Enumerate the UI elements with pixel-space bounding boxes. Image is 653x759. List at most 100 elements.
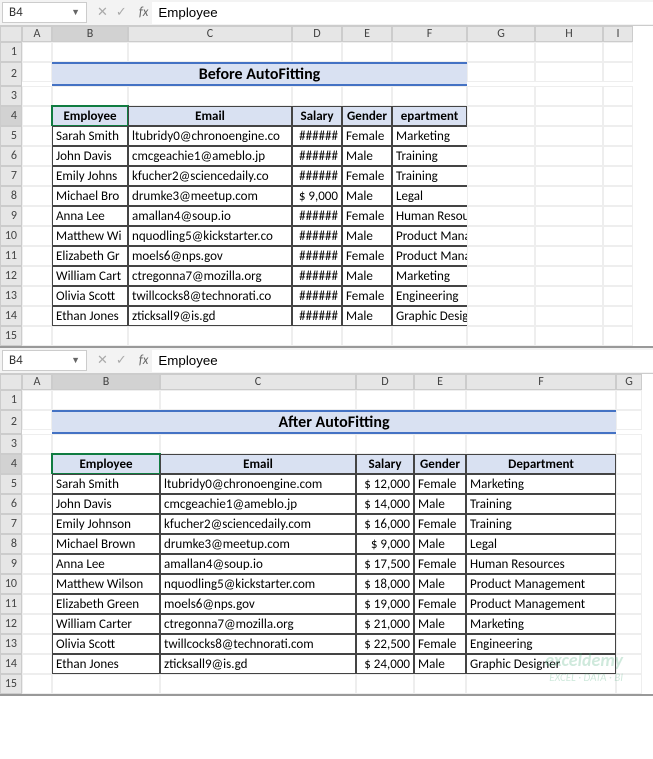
cell-salary[interactable]: $ 18,000: [356, 574, 414, 594]
cell-department[interactable]: Graphic Designer: [466, 654, 616, 674]
empty-cell[interactable]: [22, 434, 52, 454]
empty-cell[interactable]: [22, 86, 52, 106]
row-header[interactable]: 13: [0, 286, 22, 306]
cell-employee[interactable]: Emily Johns: [52, 166, 128, 186]
cell-salary[interactable]: ######: [292, 246, 342, 266]
empty-cell[interactable]: [535, 286, 603, 306]
empty-cell[interactable]: [603, 226, 633, 246]
cell-email[interactable]: ltubridy0@chronoengine.com: [160, 474, 356, 494]
empty-cell[interactable]: [22, 574, 52, 594]
empty-cell[interactable]: [467, 306, 535, 326]
cell-salary[interactable]: $ 9,000: [292, 186, 342, 206]
cell-gender[interactable]: Female: [342, 286, 392, 306]
empty-cell[interactable]: [467, 86, 535, 106]
empty-cell[interactable]: [467, 226, 535, 246]
empty-cell[interactable]: [603, 166, 633, 186]
empty-cell[interactable]: [356, 674, 414, 694]
empty-cell[interactable]: [467, 62, 535, 82]
cell-salary[interactable]: $ 21,000: [356, 614, 414, 634]
name-box[interactable]: B4 ▼: [2, 350, 87, 371]
row-header[interactable]: 11: [0, 594, 22, 614]
cell-email[interactable]: ctregonna7@mozilla.org: [128, 266, 292, 286]
cell-gender[interactable]: Female: [342, 166, 392, 186]
cell-gender[interactable]: Female: [342, 246, 392, 266]
cell-email[interactable]: cmcgeachie1@ameblo.jp: [128, 146, 292, 166]
empty-cell[interactable]: [392, 326, 467, 346]
empty-cell[interactable]: [22, 226, 52, 246]
row-header[interactable]: 10: [0, 226, 22, 246]
chevron-down-icon[interactable]: ▼: [71, 355, 80, 366]
cell-employee[interactable]: William Cart: [52, 266, 128, 286]
row-header[interactable]: 8: [0, 534, 22, 554]
empty-cell[interactable]: [616, 390, 642, 410]
empty-cell[interactable]: [292, 86, 342, 106]
row-header[interactable]: 4: [0, 106, 22, 126]
formula-input[interactable]: [152, 2, 653, 24]
cell-employee[interactable]: Emily Johnson: [52, 514, 160, 534]
empty-cell[interactable]: [535, 326, 603, 346]
empty-cell[interactable]: [392, 86, 467, 106]
empty-cell[interactable]: [535, 226, 603, 246]
cell-gender[interactable]: Male: [342, 146, 392, 166]
empty-cell[interactable]: [22, 166, 52, 186]
row-header[interactable]: 5: [0, 126, 22, 146]
empty-cell[interactable]: [467, 266, 535, 286]
cell-gender[interactable]: Female: [414, 554, 466, 574]
empty-cell[interactable]: [535, 266, 603, 286]
cell-salary[interactable]: $ 17,500: [356, 554, 414, 574]
cell-email[interactable]: twillcocks8@technorati.co: [128, 286, 292, 306]
empty-cell[interactable]: [414, 674, 466, 694]
cell-employee[interactable]: Elizabeth Green: [52, 594, 160, 614]
header-email[interactable]: Email: [128, 106, 292, 126]
row-header[interactable]: 14: [0, 654, 22, 674]
empty-cell[interactable]: [22, 614, 52, 634]
cell-gender[interactable]: Female: [342, 126, 392, 146]
empty-cell[interactable]: [128, 42, 292, 62]
cell-gender[interactable]: Male: [414, 654, 466, 674]
empty-cell[interactable]: [160, 390, 356, 410]
empty-cell[interactable]: [616, 434, 642, 454]
row-header[interactable]: 14: [0, 306, 22, 326]
header-salary[interactable]: Salary: [292, 106, 342, 126]
cell-department[interactable]: Graphic Designer: [392, 306, 467, 326]
row-header[interactable]: 2: [0, 62, 22, 86]
cell-employee[interactable]: Olivia Scott: [52, 286, 128, 306]
empty-cell[interactable]: [535, 166, 603, 186]
header-department[interactable]: Department: [466, 454, 616, 474]
empty-cell[interactable]: [22, 514, 52, 534]
row-header[interactable]: 6: [0, 494, 22, 514]
empty-cell[interactable]: [414, 390, 466, 410]
cell-gender[interactable]: Female: [414, 634, 466, 654]
cell-department[interactable]: Legal: [466, 534, 616, 554]
cell-employee[interactable]: Sarah Smith: [52, 474, 160, 494]
cell-salary[interactable]: $ 16,000: [356, 514, 414, 534]
cell-salary[interactable]: ######: [292, 126, 342, 146]
cell-department[interactable]: Product Management: [392, 246, 467, 266]
empty-cell[interactable]: [603, 326, 633, 346]
col-header[interactable]: F: [466, 374, 616, 390]
cell-employee[interactable]: Elizabeth Gr: [52, 246, 128, 266]
cell-email[interactable]: ctregonna7@mozilla.org: [160, 614, 356, 634]
empty-cell[interactable]: [22, 494, 52, 514]
empty-cell[interactable]: [22, 266, 52, 286]
empty-cell[interactable]: [22, 554, 52, 574]
row-header[interactable]: 5: [0, 474, 22, 494]
empty-cell[interactable]: [467, 106, 535, 126]
cell-salary[interactable]: ######: [292, 166, 342, 186]
empty-cell[interactable]: [616, 454, 642, 474]
empty-cell[interactable]: [535, 62, 603, 82]
cell-department[interactable]: Engineering: [466, 634, 616, 654]
empty-cell[interactable]: [52, 326, 128, 346]
cell-email[interactable]: twillcocks8@technorati.com: [160, 634, 356, 654]
empty-cell[interactable]: [22, 246, 52, 266]
empty-cell[interactable]: [22, 534, 52, 554]
cell-department[interactable]: Training: [392, 166, 467, 186]
empty-cell[interactable]: [535, 126, 603, 146]
cell-employee[interactable]: Matthew Wi: [52, 226, 128, 246]
col-header[interactable]: B: [52, 374, 160, 390]
cell-department[interactable]: Training: [392, 146, 467, 166]
enter-icon[interactable]: ✓: [116, 5, 127, 20]
empty-cell[interactable]: [616, 494, 642, 514]
cell-employee[interactable]: Ethan Jones: [52, 306, 128, 326]
name-box[interactable]: B4 ▼: [2, 2, 87, 23]
